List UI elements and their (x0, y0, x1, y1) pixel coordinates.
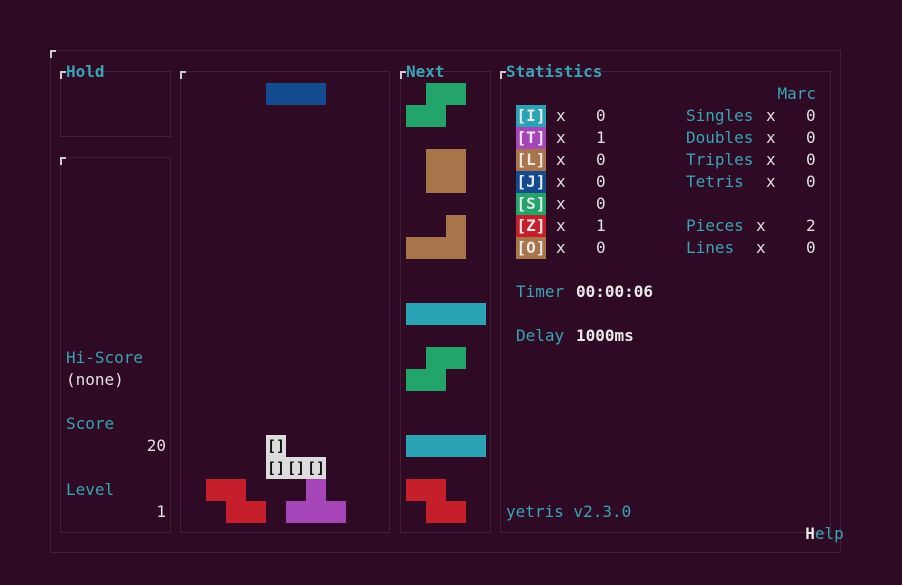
player-name: Marc (777, 84, 816, 103)
next-l-block (406, 237, 466, 259)
singles-value: 0 (806, 106, 816, 125)
piece-count-l: 0 (596, 150, 606, 169)
next-z-block (426, 501, 466, 523)
next-o-block (426, 149, 466, 193)
locked-t-block (306, 479, 326, 501)
piece-count-i: 0 (596, 106, 606, 125)
locked-t-block (286, 501, 346, 523)
version-label: yetris v2.3.0 (506, 502, 632, 521)
next-title: Next (406, 62, 445, 81)
ghost-block: [] (266, 457, 286, 479)
ghost-block: [] (306, 457, 326, 479)
help-button[interactable]: Help (786, 501, 844, 545)
piece-tag-o: [O] (516, 237, 546, 259)
timer-label: Timer (516, 282, 565, 301)
line-x: x (766, 128, 776, 147)
doubles-value: 0 (806, 128, 816, 147)
piece-count-o: 0 (596, 238, 606, 257)
piece-x: x (556, 194, 566, 213)
line-x: x (756, 238, 766, 257)
piece-count-t: 1 (596, 128, 606, 147)
piece-tag-i: [I] (516, 105, 546, 127)
piece-count-s: 0 (596, 194, 606, 213)
help-label: elp (814, 524, 844, 543)
info-corner-marker (60, 157, 66, 165)
line-x: x (766, 150, 776, 169)
piece-x: x (556, 150, 566, 169)
line-x: x (766, 172, 776, 191)
piece-x: x (556, 172, 566, 191)
lines-label: Lines (686, 238, 735, 257)
next-s-block (426, 347, 466, 369)
piece-tag-z: [Z] (516, 215, 546, 237)
delay-label: Delay (516, 326, 565, 345)
next-l-block (446, 215, 466, 237)
ghost-block: [] (286, 457, 306, 479)
line-x: x (756, 216, 766, 235)
next-i-block (406, 435, 486, 457)
piece-count-z: 1 (596, 216, 606, 235)
pieces-label: Pieces (686, 216, 744, 235)
level-value: 1 (156, 502, 166, 521)
frame-corner-marker (50, 50, 56, 58)
help-hotkey: H (805, 524, 815, 543)
hold-title: Hold (66, 62, 105, 81)
statistics-title: Statistics (506, 62, 603, 81)
doubles-label: Doubles (686, 128, 754, 147)
score-label: Score (66, 414, 115, 433)
next-s-block (426, 83, 466, 105)
next-i-block (406, 303, 486, 325)
piece-x: x (556, 238, 566, 257)
tetris-label: Tetris (686, 172, 744, 191)
piece-tag-j: [J] (516, 171, 546, 193)
singles-label: Singles (686, 106, 754, 125)
next-panel (400, 71, 491, 533)
next-z-block (406, 479, 446, 501)
level-label: Level (66, 480, 115, 499)
piece-x: x (556, 106, 566, 125)
triples-label: Triples (686, 150, 754, 169)
piece-x: x (556, 216, 566, 235)
piece-tag-l: [L] (516, 149, 546, 171)
piece-count-j: 0 (596, 172, 606, 191)
pieces-value: 2 (806, 216, 816, 235)
score-value: 20 (146, 436, 166, 455)
line-x: x (766, 106, 776, 125)
piece-x: x (556, 128, 566, 147)
piece-tag-t: [T] (516, 127, 546, 149)
piece-tag-s: [S] (516, 193, 546, 215)
triples-value: 0 (806, 150, 816, 169)
info-panel (60, 157, 171, 533)
hiscore-label: Hi-Score (66, 348, 144, 367)
board-corner-marker (180, 71, 186, 79)
next-s-block (406, 105, 446, 127)
locked-z-block (226, 501, 266, 523)
lines-value: 0 (806, 238, 816, 257)
ghost-block: [] (266, 435, 286, 457)
falling-piece-j (266, 83, 326, 105)
delay-value: 1000ms (576, 326, 634, 345)
timer-value: 00:00:06 (576, 282, 654, 301)
next-s-block (406, 369, 446, 391)
locked-z-block (206, 479, 246, 501)
tetris-value: 0 (806, 172, 816, 191)
hiscore-value: (none) (66, 370, 124, 389)
